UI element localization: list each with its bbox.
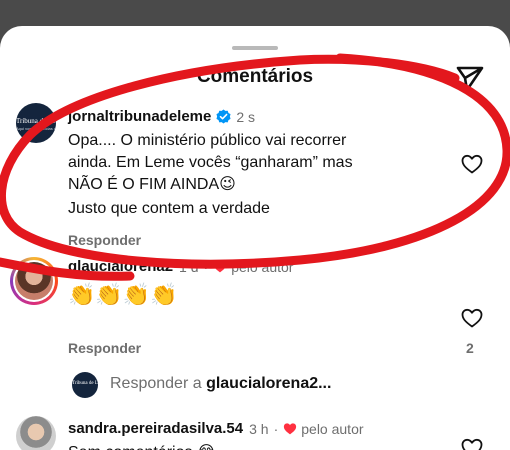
comment-header: sandra.pereiradasilva.54 3 h · pelo auto… [68,420,364,437]
comment-line: NÃO É O FIM AINDA😉 [68,176,236,193]
comment-time: 3 h [249,420,269,437]
liked-by-author-label: pelo autor [231,258,294,275]
comment-header: glaucialorena2 1 d · pelo autor [68,258,293,275]
comment-time: 2 s [236,108,256,125]
comment-text: 👏👏👏👏 [68,282,178,307]
avatar-logo-text: Tribuna de Leme [16,117,56,125]
share-button[interactable] [452,62,488,96]
reply-to-input[interactable]: Responder a glaucialorena2... [110,375,331,393]
like-count[interactable]: 2 [466,340,474,356]
comment-line: Opa.... O ministério público vai recorre… [68,132,347,149]
verified-badge-icon [216,109,231,124]
avatar [15,262,53,300]
comment-username[interactable]: glaucialorena2 [68,258,173,275]
author-liked-heart-icon [284,423,297,435]
comment-line: Justo que contem a verdade [68,200,270,217]
reply-prompt-prefix: Responder a [110,375,207,392]
avatar: Tribuna de Leme [72,372,98,398]
sheet-title: Comentários [196,66,314,87]
comment-text: Sem comentários 😂 [68,442,216,450]
comment-time: 1 d [179,258,199,275]
reply-button[interactable]: Responder [68,340,141,356]
author-liked-heart-icon [214,261,227,273]
reply-button[interactable]: Responder [68,232,141,248]
like-heart-icon[interactable] [460,152,484,176]
meta-separator: · [273,420,279,437]
like-heart-icon[interactable] [460,306,484,330]
paper-plane-icon [456,66,484,92]
avatar-story-ring[interactable] [10,257,58,305]
comment-line: ainda. Em Leme vocês “ganharam” mas [68,154,353,171]
meta-separator: · [203,258,209,275]
drag-handle[interactable] [232,46,278,50]
comment-meta: 3 h · pelo autor [249,421,363,437]
comment-meta: 1 d · pelo autor [179,259,293,275]
reply-prompt-user: glaucialorena2... [206,375,332,392]
comment-header: jornaltribunadeleme 2 s [68,108,255,125]
comment-username[interactable]: jornaltribunadeleme [68,108,211,125]
avatar-logo-subtext: Aqui você lê notícias de Leme [16,126,56,131]
comment-username[interactable]: sandra.pereiradasilva.54 [68,420,243,437]
avatar-logo-text: Tribuna de Leme [72,381,98,386]
liked-by-author-label: pelo autor [301,420,364,437]
like-heart-icon[interactable] [460,436,484,450]
avatar[interactable] [16,416,56,450]
avatar[interactable]: Tribuna de Leme Aqui você lê notícias de… [16,103,56,143]
comment-text: Opa.... O ministério público vai recorre… [68,130,428,220]
